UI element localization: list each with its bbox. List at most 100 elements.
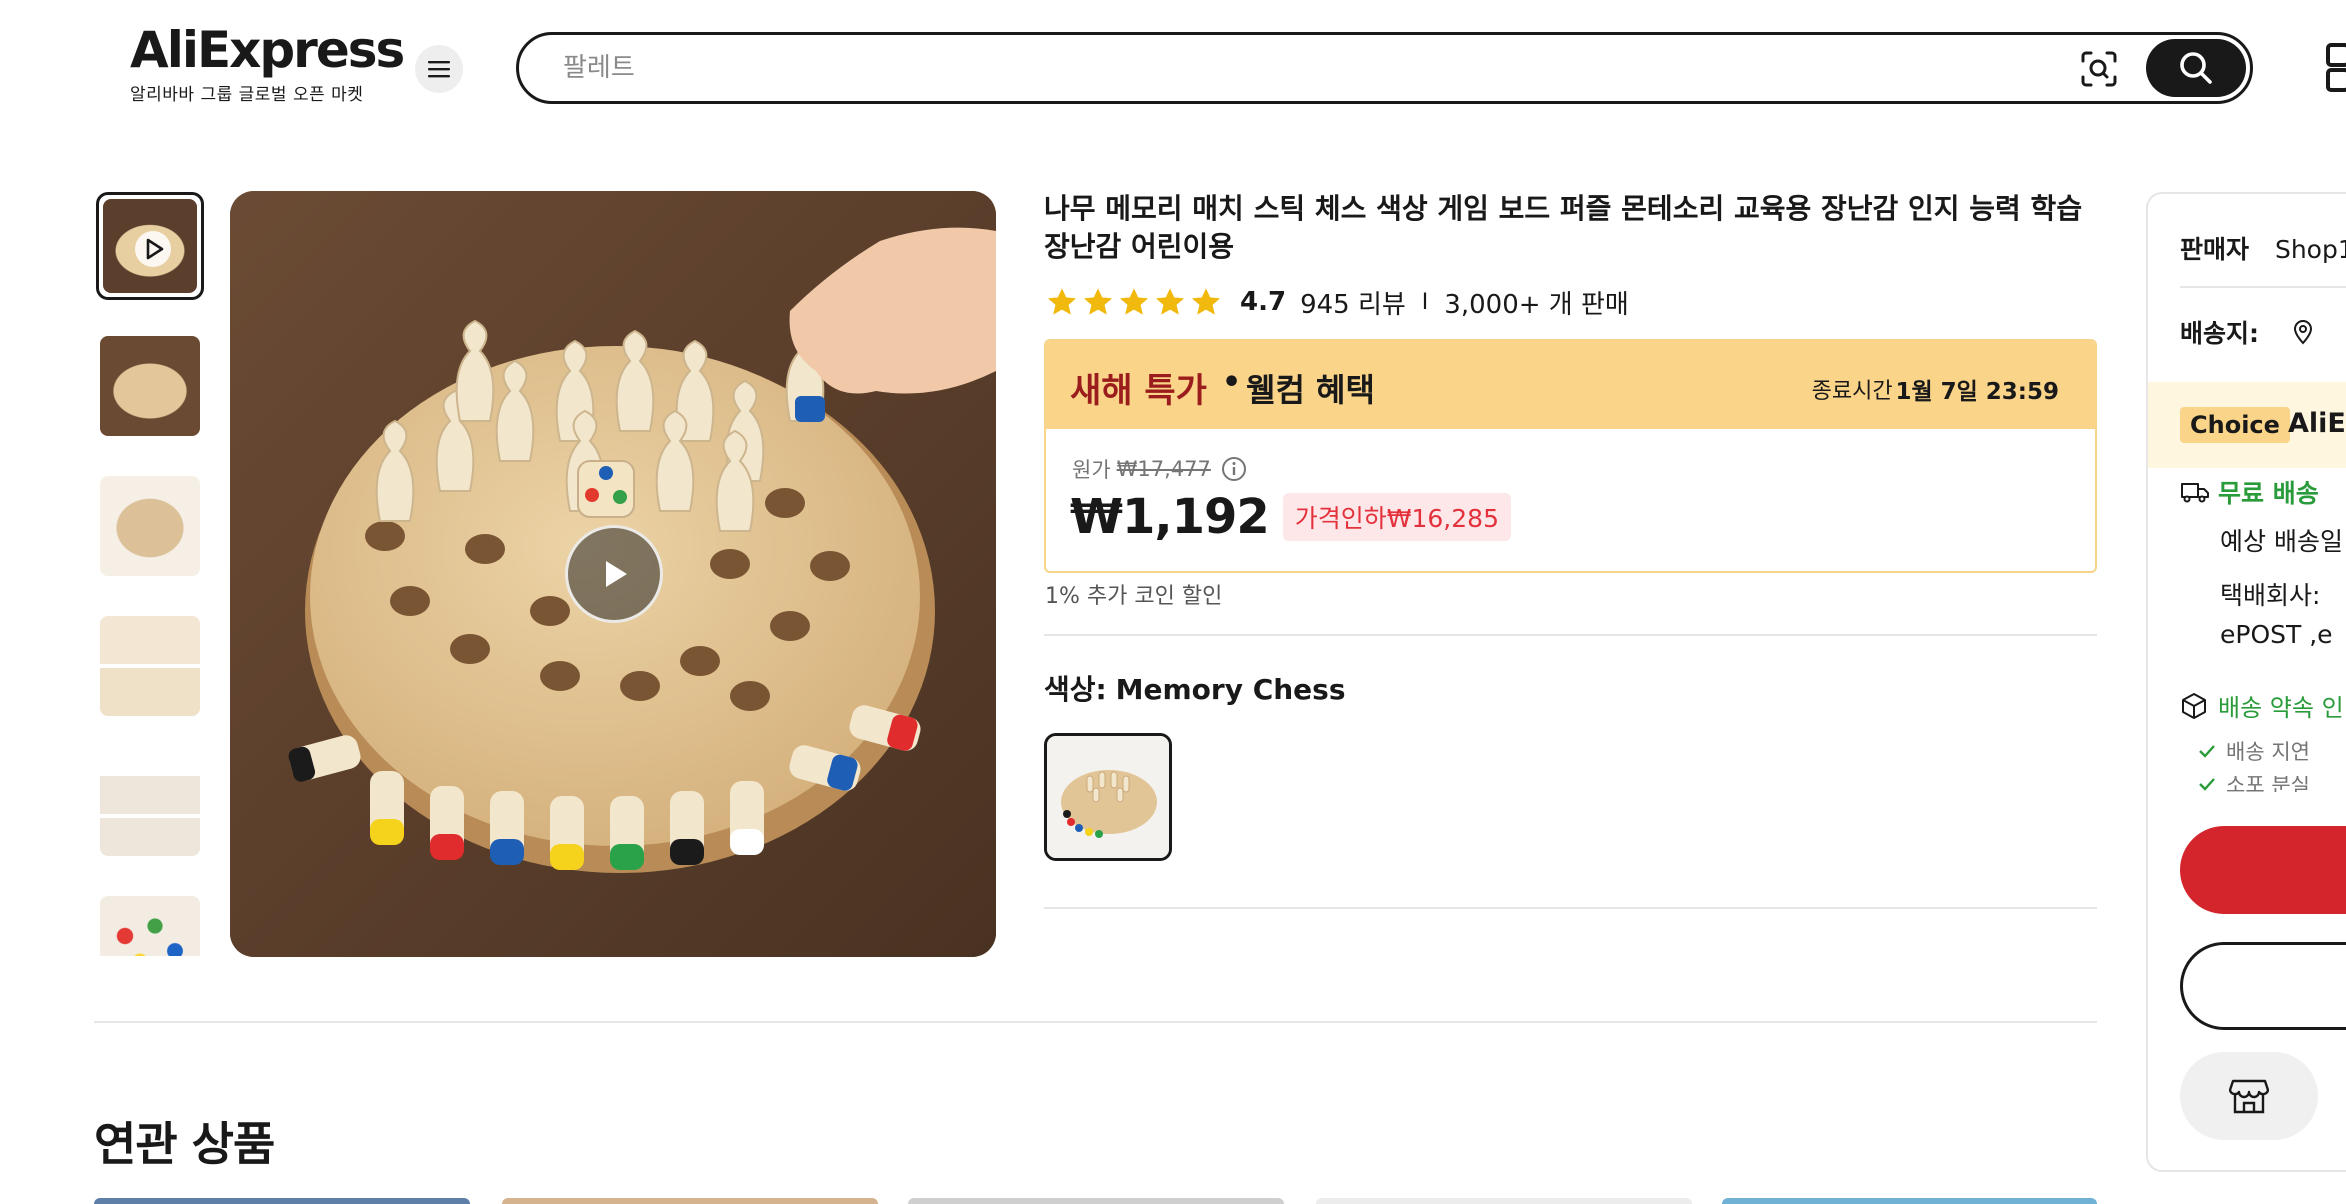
aliexpress-logo[interactable]: AliExpress 알리바바 그룹 글로벌 오픈 마켓 — [130, 21, 405, 105]
rating-separator: I — [1421, 289, 1429, 315]
promise-item-label: 배송 지연 — [2226, 740, 2310, 764]
product-title: 나무 메모리 매치 스틱 체스 색상 게임 보드 퍼즐 몬테소리 교육용 장난감… — [1044, 192, 2083, 263]
promise-item-delay: 배송 지연 — [2198, 736, 2310, 766]
sold-count: 3,000+ 개 판매 — [1444, 289, 1629, 320]
carrier-label: 택배회사: — [2220, 581, 2321, 610]
check-icon — [2199, 745, 2215, 758]
app-qr-button[interactable] — [2325, 42, 2346, 92]
related-product-card[interactable] — [1722, 1198, 2097, 1204]
star-icon — [1155, 288, 1185, 315]
color-label: 색상: — [1044, 673, 1107, 706]
logo-tagline: 알리바바 그룹 글로벌 오픈 마켓 — [130, 85, 364, 105]
thumbnail-image — [100, 896, 200, 956]
original-price-row: 원가 ₩17,477 — [1072, 454, 1247, 484]
free-shipping-row[interactable]: 무료 배송 — [2180, 474, 2319, 510]
star-icon — [1083, 288, 1113, 315]
estimated-delivery: 예상 배송일 — [2220, 527, 2343, 556]
choice-badge: Choice — [2180, 407, 2290, 443]
search-input[interactable] — [563, 49, 2063, 87]
related-product-card[interactable] — [1316, 1198, 1692, 1204]
info-icon[interactable] — [1221, 456, 1247, 482]
current-price: ₩1,192 — [1070, 489, 1270, 545]
image-search-button[interactable] — [2079, 49, 2119, 89]
divider — [94, 1021, 2097, 1023]
thumbnail-image — [100, 616, 200, 716]
star-icon — [1191, 288, 1221, 315]
buy-now-button[interactable] — [2180, 826, 2346, 914]
deal-end-label: 종료시간 : — [1811, 379, 1907, 404]
review-count[interactable]: 945 리뷰 — [1300, 284, 1406, 321]
thumbnail-4[interactable] — [96, 612, 204, 720]
color-value: Memory Chess — [1115, 673, 1346, 706]
site-header: AliExpress 알리바바 그룹 글로벌 오픈 마켓 — [0, 0, 2346, 140]
star-icon — [1119, 288, 1149, 315]
thumbnail-3[interactable] — [96, 472, 204, 580]
related-product-card[interactable] — [908, 1198, 1284, 1204]
search-icon — [2180, 52, 2212, 84]
divider — [1044, 907, 2097, 909]
delivery-promise-label: 배송 약속 인 — [2218, 694, 2344, 722]
rating-value: 4.7 — [1240, 287, 1287, 317]
hamburger-icon — [428, 61, 450, 78]
camera-search-icon — [2081, 51, 2117, 87]
search-bar — [516, 32, 2253, 104]
thumbnail-6[interactable] — [96, 892, 204, 956]
delivery-promise-row[interactable]: 배송 약속 인 — [2180, 688, 2344, 723]
thumbnail-5[interactable] — [96, 752, 204, 860]
related-product-card[interactable] — [94, 1198, 470, 1204]
rating-row[interactable]: 4.7 945 리뷰 I 3,000+ 개 판매 — [1046, 282, 1629, 322]
deal-dot: • — [1222, 365, 1242, 400]
logo-wordmark: AliExpress — [130, 21, 405, 79]
deal-banner: 새해 특가 • 웰컴 혜택 종료시간 : 1월 7일 23:59 원가 ₩17,… — [1044, 339, 2097, 573]
color-selector-label: 색상: Memory Chess — [1044, 668, 1346, 708]
original-price: ₩17,477 — [1116, 457, 1211, 481]
original-price-label: 원가 — [1072, 458, 1111, 482]
choice-brand: AliEx — [2288, 408, 2346, 439]
purchase-panel: 판매자 Shop1 배송지: Choice AliEx 무료 배송 예상 배송일… — [2146, 192, 2346, 1172]
ship-to-row[interactable]: 배송지: — [2180, 314, 2313, 350]
hamburger-menu-button[interactable] — [415, 45, 463, 93]
store-button[interactable] — [2180, 1052, 2318, 1140]
thumbnail-list — [96, 192, 204, 956]
thumbnail-video[interactable] — [96, 192, 204, 300]
star-icon — [1047, 288, 1077, 315]
promise-item-label: 소포 분실 — [2226, 776, 2310, 792]
related-product-card[interactable] — [502, 1198, 878, 1204]
seller-name[interactable]: Shop1 — [2275, 235, 2346, 264]
thumbnail-2[interactable] — [96, 332, 204, 440]
thumbnail-image — [100, 756, 200, 856]
promise-item-lost: 소포 분실 — [2198, 776, 2310, 792]
coin-discount: 1% 추가 코인 할인 — [1045, 584, 1223, 609]
sku-thumbnail — [1047, 736, 1169, 858]
play-icon — [606, 561, 627, 587]
qr-icon — [2326, 43, 2346, 92]
check-icon — [2199, 778, 2215, 791]
related-products-title: 연관 상품 — [94, 1117, 275, 1171]
package-icon — [2182, 692, 2206, 719]
play-icon — [135, 231, 171, 267]
location-pin-icon — [2293, 320, 2313, 345]
thumbnail-image — [100, 476, 200, 576]
seller-label: 판매자 — [2180, 235, 2250, 264]
ship-to-label: 배송지: — [2180, 319, 2259, 348]
sku-option-memory-chess[interactable] — [1044, 733, 1172, 861]
search-button[interactable] — [2146, 39, 2246, 97]
add-to-cart-button[interactable] — [2180, 942, 2346, 1030]
thumbnail-image — [100, 336, 200, 436]
truck-icon — [2181, 483, 2209, 503]
seller-row[interactable]: 판매자 Shop1 — [2180, 230, 2346, 266]
deal-end-time: 1월 7일 23:59 — [1895, 379, 2059, 405]
deal-name: 새해 특가 — [1070, 371, 1207, 411]
free-shipping-label: 무료 배송 — [2218, 479, 2319, 508]
product-main-image[interactable] — [230, 191, 996, 957]
star-rating — [1046, 287, 1222, 317]
price-row: ₩1,192 가격인하₩16,285 — [1070, 489, 1511, 545]
store-icon — [2229, 1079, 2269, 1114]
carrier-values: ePOST ,e — [2220, 620, 2333, 649]
video-play-button[interactable] — [565, 525, 663, 623]
divider — [1044, 634, 2097, 636]
deal-header: 새해 특가 • 웰컴 혜택 종료시간 : 1월 7일 23:59 — [1046, 341, 2095, 429]
deal-benefit: 웰컴 혜택 — [1246, 371, 1375, 409]
price-cut-badge: 가격인하₩16,285 — [1282, 493, 1511, 541]
divider — [2180, 286, 2346, 288]
